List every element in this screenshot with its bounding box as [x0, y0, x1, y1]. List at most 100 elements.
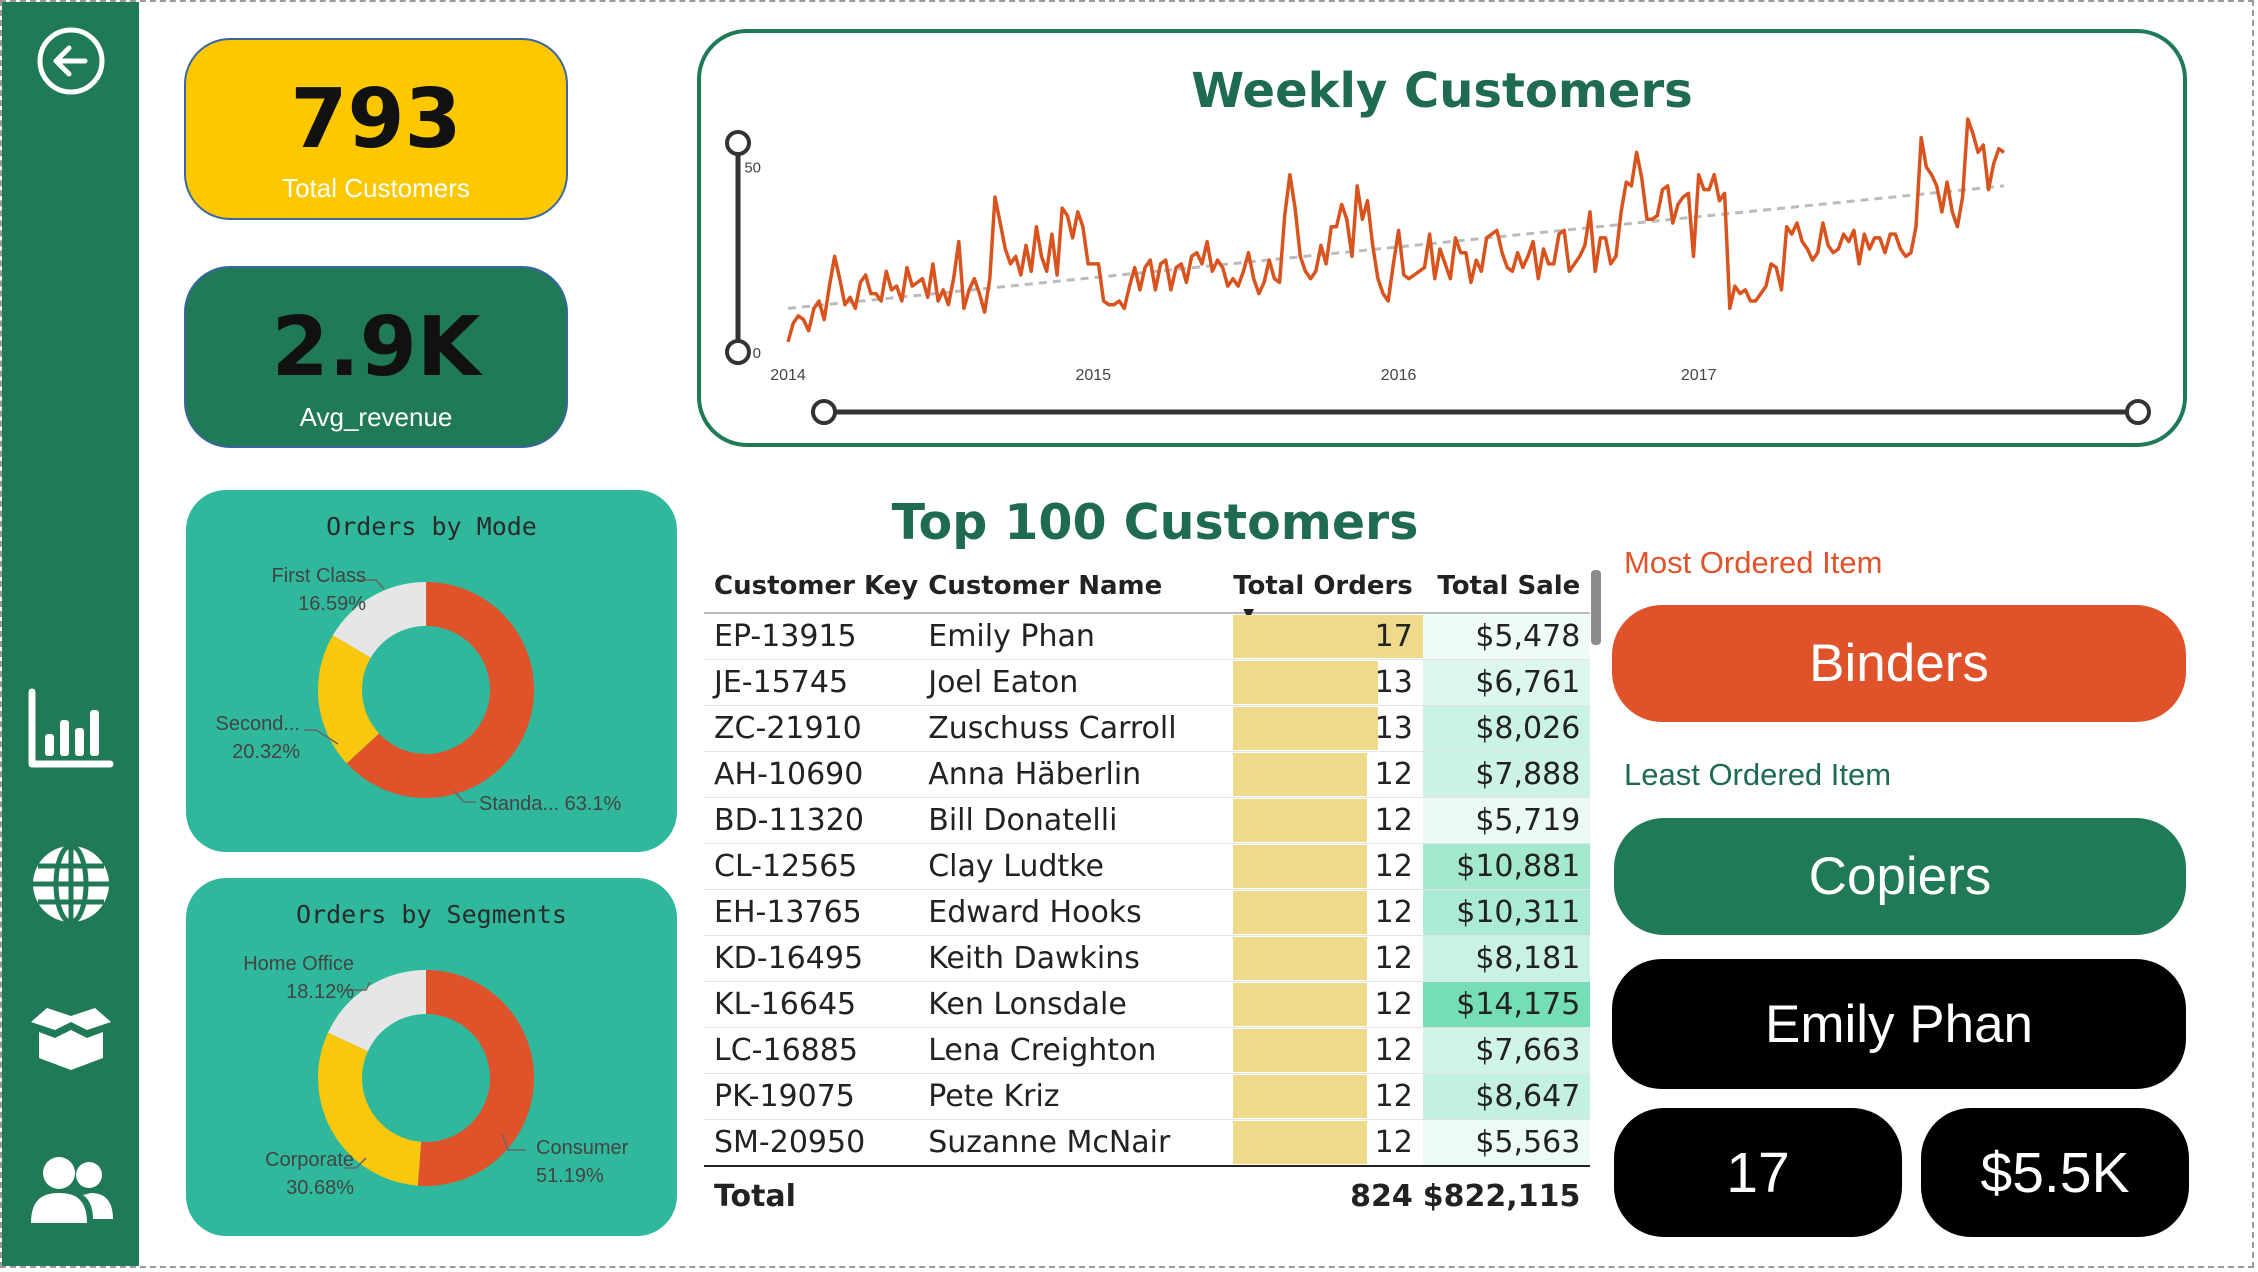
users-icon[interactable] — [24, 1144, 118, 1238]
table-row[interactable]: ZC-21910 Zuschuss Carroll 13 $8,026 — [704, 705, 1591, 752]
top-customer-orders: 17 — [1614, 1108, 1902, 1237]
total-customers-value: 793 — [290, 72, 462, 167]
table-row[interactable]: SM-20950 Suzanne McNair 12 $5,563 — [704, 1119, 1591, 1167]
customer-key-cell: SM-20950 — [704, 1119, 919, 1167]
y-tick-label: 50 — [744, 159, 761, 176]
orders-data-bar — [1233, 799, 1368, 842]
total-sale-cell: $7,663 — [1422, 1027, 1591, 1074]
customer-key-cell: KL-16645 — [704, 981, 919, 1028]
customer-name-cell: Joel Eaton — [918, 659, 1234, 706]
total-sale-cell: $7,888 — [1422, 751, 1591, 798]
customer-key-cell: LC-16885 — [704, 1027, 919, 1074]
table-scrollbar[interactable] — [1591, 570, 1601, 645]
total-sale-cell: $6,761 — [1422, 659, 1591, 706]
customer-name-cell: Lena Creighton — [918, 1027, 1234, 1074]
orders-data-bar — [1233, 1075, 1368, 1118]
weekly-customers-line[interactable] — [786, 117, 2006, 343]
customer-name-cell: Zuschuss Carroll — [918, 705, 1234, 752]
orders-data-bar — [1233, 1029, 1368, 1072]
table-total-row: Total 824 $822,115 — [704, 1165, 1591, 1225]
total-sale-cell: $14,175 — [1422, 981, 1591, 1028]
customer-name-cell: Anna Häberlin — [918, 751, 1234, 798]
y-range-slider-bottom-handle[interactable] — [725, 339, 751, 365]
top-customers-title: Top 100 Customers — [891, 494, 1419, 551]
total-sale-cell: $5,563 — [1422, 1119, 1591, 1167]
customer-key-cell: JE-15745 — [704, 659, 919, 706]
customer-key-cell: EH-13765 — [704, 889, 919, 936]
top-customer-name: Emily Phan — [1612, 959, 2186, 1089]
total-orders-cell: 13 — [1233, 659, 1423, 706]
top-customer-sale: $5.5K — [1921, 1108, 2189, 1237]
x-range-slider-left-handle[interactable] — [811, 399, 837, 425]
total-orders-cell: 12 — [1233, 981, 1423, 1028]
header-total-sale[interactable]: Total Sale — [1422, 560, 1591, 614]
second-class-label: Second... 20.32% — [215, 713, 300, 763]
total-sale-cell: $8,181 — [1422, 935, 1591, 982]
table-row[interactable]: AH-10690 Anna Häberlin 12 $7,888 — [704, 751, 1591, 798]
total-sale-cell: $5,478 — [1422, 613, 1591, 660]
customer-name-cell: Edward Hooks — [918, 889, 1234, 936]
least-ordered-label: Least Ordered Item — [1624, 757, 1892, 792]
total-sale: $822,115 — [1422, 1165, 1591, 1225]
total-customers-label: Total Customers — [282, 173, 470, 203]
total-orders-cell: 12 — [1233, 751, 1423, 798]
x-tick-label: 2014 — [770, 367, 806, 384]
top-customers-table: Customer Key Customer Name Total Orders ▼… — [704, 560, 1591, 1225]
sidebar-nav — [2, 2, 139, 1266]
orders-data-bar — [1233, 937, 1368, 980]
customer-key-cell: EP-13915 — [704, 613, 919, 660]
orders-by-segments-card: Orders by Segments Home Office 18.12% Cor… — [186, 878, 677, 1236]
weekly-customers-card: Weekly Customers 0 50 2014 2015 2016 2017 — [697, 29, 2187, 447]
globe-icon[interactable] — [24, 837, 118, 931]
box-icon[interactable] — [24, 990, 118, 1084]
customer-key-cell: AH-10690 — [704, 751, 919, 798]
customer-key-cell: ZC-21910 — [704, 705, 919, 752]
customer-key-cell: BD-11320 — [704, 797, 919, 844]
customer-key-cell: KD-16495 — [704, 935, 919, 982]
total-orders-cell: 12 — [1233, 843, 1423, 890]
table-row[interactable]: EH-13765 Edward Hooks 12 $10,311 — [704, 889, 1591, 936]
back-arrow-icon[interactable] — [24, 14, 118, 108]
header-customer-key[interactable]: Customer Key — [704, 560, 919, 614]
x-range-slider-right-handle[interactable] — [2125, 399, 2151, 425]
customer-name-cell: Clay Ludtke — [918, 843, 1234, 890]
table-row[interactable]: KD-16495 Keith Dawkins 12 $8,181 — [704, 935, 1591, 982]
table-row[interactable]: BD-11320 Bill Donatelli 12 $5,719 — [704, 797, 1591, 844]
least-ordered-value: Copiers — [1614, 818, 2186, 935]
table-row[interactable]: PK-19075 Pete Kriz 12 $8,647 — [704, 1073, 1591, 1120]
customer-name-cell: Emily Phan — [918, 613, 1234, 660]
total-sale-cell: $8,026 — [1422, 705, 1591, 752]
header-total-orders[interactable]: Total Orders ▼ — [1233, 560, 1423, 622]
orders-data-bar — [1233, 845, 1368, 888]
y-tick-label: 0 — [753, 345, 761, 362]
total-orders-cell: 12 — [1233, 1073, 1423, 1120]
customer-name-cell: Ken Lonsdale — [918, 981, 1234, 1028]
customer-name-cell: Bill Donatelli — [918, 797, 1234, 844]
x-tick-label: 2017 — [1681, 367, 1717, 384]
orders-data-bar — [1233, 753, 1368, 796]
table-row[interactable]: EP-13915 Emily Phan 17 $5,478 — [704, 613, 1591, 660]
table-row[interactable]: CL-12565 Clay Ludtke 12 $10,881 — [704, 843, 1591, 890]
table-row[interactable]: KL-16645 Ken Lonsdale 12 $14,175 — [704, 981, 1591, 1028]
total-orders: 824 — [1233, 1165, 1423, 1225]
customer-name-cell: Keith Dawkins — [918, 935, 1234, 982]
total-orders-cell: 12 — [1233, 935, 1423, 982]
orders-data-bar — [1233, 1121, 1368, 1164]
total-sale-cell: $5,719 — [1422, 797, 1591, 844]
orders-data-bar — [1233, 661, 1379, 704]
header-customer-name[interactable]: Customer Name — [918, 560, 1234, 614]
customer-name-cell: Pete Kriz — [918, 1073, 1234, 1120]
table-row[interactable]: JE-15745 Joel Eaton 13 $6,761 — [704, 659, 1591, 706]
most-ordered-value: Binders — [1612, 605, 2186, 722]
bar-chart-icon[interactable] — [24, 682, 118, 776]
customer-key-cell: CL-12565 — [704, 843, 919, 890]
orders-data-bar — [1233, 891, 1368, 934]
total-sale-cell: $10,311 — [1422, 889, 1591, 936]
table-row[interactable]: LC-16885 Lena Creighton 12 $7,663 — [704, 1027, 1591, 1074]
customer-key-cell: PK-19075 — [704, 1073, 919, 1120]
total-sale-cell: $10,881 — [1422, 843, 1591, 890]
x-tick-label: 2015 — [1075, 367, 1111, 384]
total-orders-cell: 12 — [1233, 1027, 1423, 1074]
total-label: Total — [704, 1165, 919, 1225]
y-range-slider-top-handle[interactable] — [725, 130, 751, 156]
